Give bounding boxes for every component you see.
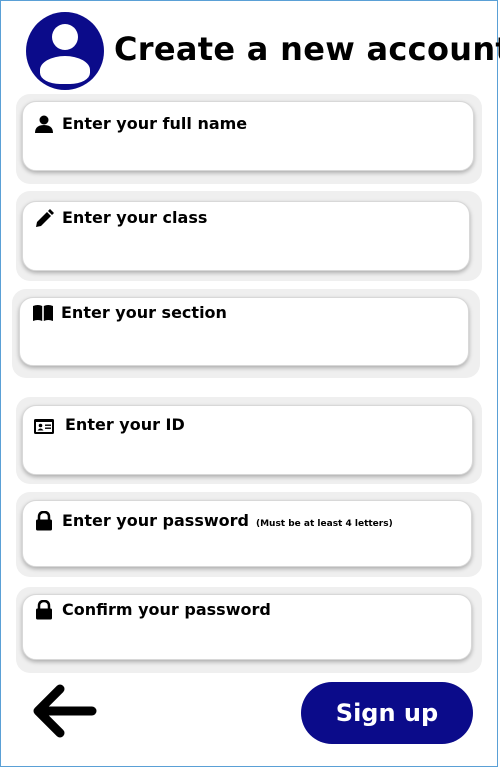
full-name-field[interactable] [22, 101, 474, 171]
section-label: Enter your section [61, 303, 227, 322]
lock-icon [36, 600, 52, 620]
lock-icon [36, 511, 52, 531]
id-label: Enter your ID [65, 415, 185, 434]
password-label: Enter your password (Must be at least 4 … [62, 511, 393, 530]
class-label: Enter your class [62, 208, 208, 227]
confirm-password-label: Confirm your password [62, 600, 271, 619]
id-card-icon [34, 419, 54, 434]
book-icon [33, 305, 53, 321]
user-avatar-icon [26, 12, 104, 90]
sign-up-button[interactable]: Sign up [301, 682, 473, 744]
pencil-icon [36, 209, 54, 227]
back-arrow-icon[interactable] [30, 680, 100, 742]
full-name-label: Enter your full name [62, 114, 248, 133]
page-title: Create a new account [114, 30, 500, 68]
password-hint: (Must be at least 4 letters) [255, 519, 393, 529]
user-icon [35, 115, 53, 133]
